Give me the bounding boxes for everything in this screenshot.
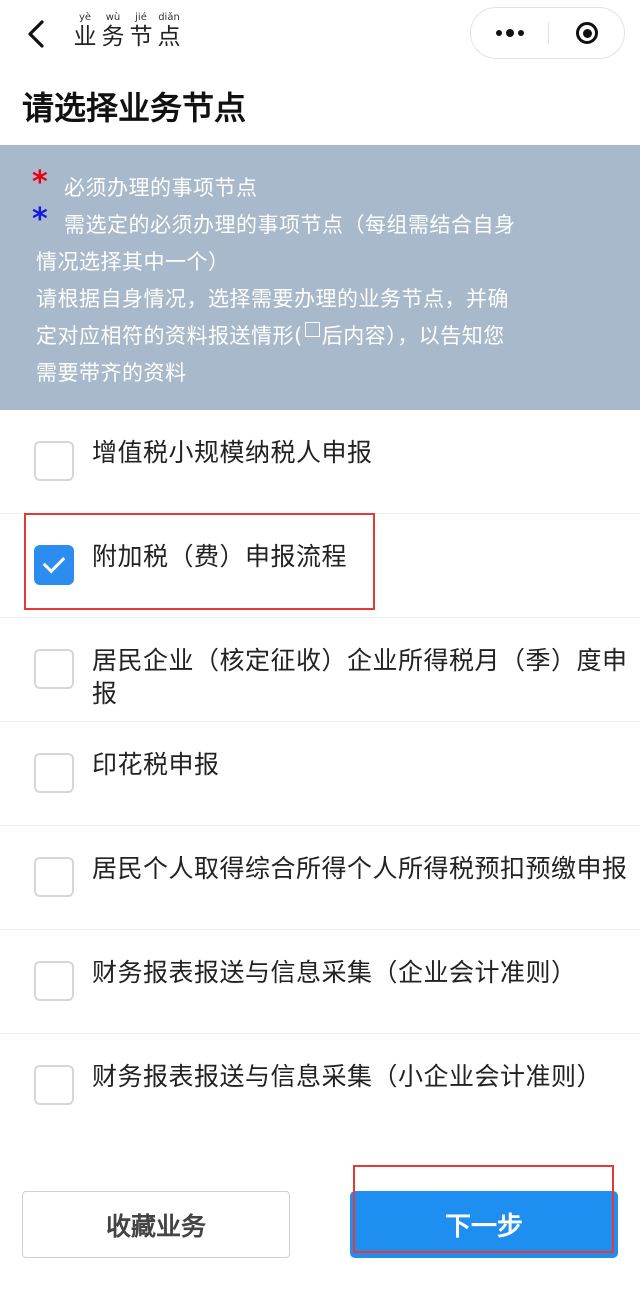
nav-title-char: yè 业 [73, 12, 97, 50]
list-item[interactable]: 财务报表报送与信息采集（企业会计准则） [0, 930, 640, 1034]
close-target-icon[interactable] [549, 8, 625, 58]
required-note: * 必须办理的事项节点 [32, 165, 258, 200]
item-label: 财务报表报送与信息采集（企业会计准则） [92, 958, 577, 987]
instruction-line: 请根据自身情况，选择需要办理的业务节点，并确 [36, 287, 509, 311]
list-item[interactable]: 增值税小规模纳税人申报 [0, 410, 640, 514]
optional-note: * 需选定的必须办理的事项节点（每组需结合自身 [32, 202, 516, 237]
back-arrow-icon[interactable] [20, 14, 54, 54]
checkbox[interactable] [34, 753, 74, 793]
instruction-line: 需要带齐的资料 [36, 361, 187, 385]
nav-title-char: wù 务 [101, 12, 125, 50]
checkbox[interactable] [34, 961, 74, 1001]
more-dots-icon[interactable] [471, 8, 548, 58]
notice-panel: * 必须办理的事项节点 * 需选定的必须办理的事项节点（每组需结合自身 情况选择… [0, 145, 640, 410]
item-label: 印花税申报 [92, 750, 220, 779]
list-item[interactable]: 居民个人取得综合所得个人所得税预扣预缴申报 [0, 826, 640, 930]
item-label: 财务报表报送与信息采集（小企业会计准则） [92, 1062, 603, 1091]
square-icon [304, 322, 320, 337]
next-button[interactable]: 下一步 [350, 1191, 618, 1258]
nav-title-char: jié 节 [129, 12, 153, 50]
item-label: 增值税小规模纳税人申报 [92, 438, 373, 467]
checkbox[interactable] [34, 649, 74, 689]
item-label: 居民个人取得综合所得个人所得税预扣预缴申报 [92, 854, 628, 883]
nav-title: yè 业 wù 务 jié 节 diǎn 点 [72, 12, 182, 60]
list-item[interactable]: 印花税申报 [0, 722, 640, 826]
miniprogram-capsule [470, 7, 625, 59]
checkbox-checked[interactable] [34, 545, 74, 585]
item-label: 居民企业（核定征收）企业所得税月（季）度申报 [92, 646, 628, 708]
instruction-line: 定对应相符的资料报送情形(后内容），以告知您 [36, 322, 505, 348]
checkbox[interactable] [34, 857, 74, 897]
page-title: 请选择业务节点 [22, 89, 247, 127]
optional-note-cont: 情况选择其中一个） [36, 250, 230, 274]
required-star-icon: * [32, 165, 49, 200]
list-item[interactable]: 居民企业（核定征收）企业所得税月（季）度申报 [0, 618, 640, 722]
list-item[interactable]: 附加税（费）申报流程 [0, 514, 640, 618]
item-label: 附加税（费）申报流程 [92, 542, 348, 571]
nav-bar: yè 业 wù 务 jié 节 diǎn 点 [0, 0, 640, 70]
checkbox[interactable] [34, 441, 74, 481]
favorite-button[interactable]: 收藏业务 [22, 1191, 290, 1258]
nav-title-char: diǎn 点 [157, 12, 181, 50]
list-item[interactable]: 财务报表报送与信息采集（小企业会计准则） [0, 1034, 640, 1137]
checkbox[interactable] [34, 1065, 74, 1105]
business-node-list: 增值税小规模纳税人申报 附加税（费）申报流程 居民企业（核定征收）企业所得税月（… [0, 410, 640, 1137]
optional-star-icon: * [32, 202, 49, 237]
